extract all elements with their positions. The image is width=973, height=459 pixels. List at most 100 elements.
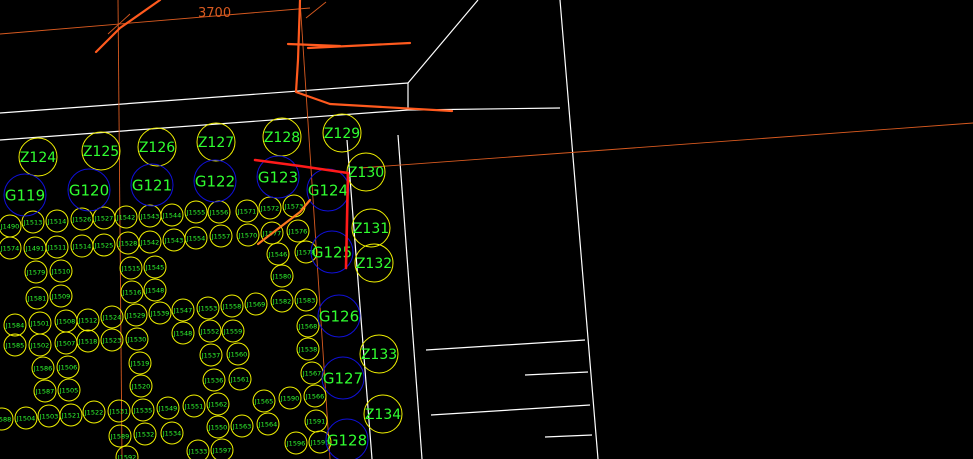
j-pile[interactable]: J1536: [202, 368, 226, 392]
z-pile[interactable]: Z133: [359, 334, 399, 374]
z-pile[interactable]: Z129: [322, 113, 362, 153]
j-pile[interactable]: J1558: [220, 294, 244, 318]
j-pile[interactable]: J1531: [107, 399, 131, 423]
z-pile[interactable]: Z131: [351, 208, 391, 248]
j-pile[interactable]: J1533: [186, 439, 210, 459]
j-pile[interactable]: J1547: [171, 298, 195, 322]
j-pile[interactable]: J1520: [129, 374, 153, 398]
j-pile[interactable]: J1550: [206, 415, 230, 439]
j-pile[interactable]: J1587: [33, 379, 57, 403]
j-pile[interactable]: J1591: [304, 409, 328, 433]
j-pile[interactable]: J1537: [199, 343, 223, 367]
j-pile[interactable]: J1553: [196, 296, 220, 320]
j-pile[interactable]: J1588: [0, 407, 14, 431]
z-pile[interactable]: Z125: [81, 131, 121, 171]
j-pile[interactable]: J1574: [0, 236, 22, 260]
j-pile[interactable]: J1583: [294, 288, 318, 312]
j-pile[interactable]: J1524: [100, 305, 124, 329]
j-pile[interactable]: J1590: [278, 386, 302, 410]
z-pile[interactable]: Z134: [363, 394, 403, 434]
j-pile[interactable]: J1548: [171, 321, 195, 345]
j-pile[interactable]: J1491: [23, 236, 47, 260]
j-pile[interactable]: J1581: [25, 286, 49, 310]
j-pile[interactable]: J1511: [45, 235, 69, 259]
j-pile[interactable]: J1532: [133, 422, 157, 446]
z-pile[interactable]: Z127: [196, 122, 236, 162]
j-pile[interactable]: J1523: [100, 328, 124, 352]
j-pile[interactable]: J1518: [76, 329, 100, 353]
j-pile[interactable]: J1561: [228, 367, 252, 391]
j-pile[interactable]: J1543: [162, 228, 186, 252]
pile-layout-drawing[interactable]: 3700 J1490 J1513 J1514 J1526 J1527 J1542 J1543…: [0, 0, 973, 459]
j-pile[interactable]: J1538: [296, 337, 320, 361]
j-pile[interactable]: J1506: [56, 355, 80, 379]
j-pile[interactable]: J1527: [92, 206, 116, 230]
j-pile[interactable]: J1542: [114, 205, 138, 229]
j-pile[interactable]: J1585: [3, 333, 27, 357]
j-pile[interactable]: J1512: [76, 308, 100, 332]
j-pile[interactable]: J1528: [116, 231, 140, 255]
j-pile[interactable]: J1568: [296, 314, 320, 338]
j-pile[interactable]: J1501: [28, 311, 52, 335]
j-pile[interactable]: J1510: [49, 259, 73, 283]
g-pile[interactable]: G124: [306, 168, 350, 212]
j-pile[interactable]: J1522: [82, 400, 106, 424]
j-pile[interactable]: J1592: [115, 445, 139, 459]
j-pile[interactable]: J1571: [235, 199, 259, 223]
j-pile[interactable]: J1557: [209, 224, 233, 248]
j-pile[interactable]: J1545: [143, 255, 167, 279]
j-pile[interactable]: J1567: [300, 361, 324, 385]
g-pile[interactable]: G122: [193, 159, 237, 203]
j-pile[interactable]: J1570: [236, 223, 260, 247]
j-pile[interactable]: J1580: [270, 264, 294, 288]
j-pile[interactable]: J1515: [119, 256, 143, 280]
z-pile[interactable]: Z130: [346, 152, 386, 192]
j-pile[interactable]: J1490: [0, 214, 22, 238]
j-pile[interactable]: J1507: [54, 331, 78, 355]
j-pile[interactable]: J1586: [31, 356, 55, 380]
j-pile[interactable]: J1560: [226, 342, 250, 366]
j-pile[interactable]: J1539: [148, 301, 172, 325]
j-pile[interactable]: J1596: [284, 431, 308, 455]
j-pile[interactable]: J1544: [160, 203, 184, 227]
j-pile[interactable]: J1559: [221, 319, 245, 343]
g-pile[interactable]: G128: [325, 418, 369, 459]
g-pile[interactable]: G127: [321, 356, 365, 400]
j-pile[interactable]: J1562: [206, 392, 230, 416]
z-pile[interactable]: Z132: [354, 243, 394, 283]
g-pile[interactable]: G126: [317, 294, 361, 338]
j-pile[interactable]: J1555: [184, 200, 208, 224]
g-pile[interactable]: G121: [130, 163, 174, 207]
j-pile[interactable]: J1503: [37, 404, 61, 428]
j-pile[interactable]: J1569: [244, 292, 268, 316]
j-pile[interactable]: J1543: [138, 204, 162, 228]
j-pile[interactable]: J1508: [54, 309, 78, 333]
j-pile[interactable]: J1504: [14, 406, 38, 430]
g-pile[interactable]: G120: [67, 168, 111, 212]
j-pile[interactable]: J1597: [210, 438, 234, 459]
z-pile[interactable]: Z126: [137, 127, 177, 167]
j-pile[interactable]: J1546: [266, 242, 290, 266]
j-pile[interactable]: J1502: [28, 333, 52, 357]
j-pile[interactable]: J1521: [59, 403, 83, 427]
j-pile[interactable]: J1554: [184, 226, 208, 250]
j-pile[interactable]: J1519: [128, 351, 152, 375]
j-pile[interactable]: J1579: [24, 260, 48, 284]
j-pile[interactable]: J1530: [125, 327, 149, 351]
z-pile[interactable]: Z128: [262, 117, 302, 157]
cad-viewport[interactable]: 3700 J1490 J1513 J1514 J1526 J1527 J1542 J1543…: [0, 0, 973, 459]
j-pile[interactable]: J1576: [286, 219, 310, 243]
j-pile[interactable]: J1549: [156, 396, 180, 420]
j-pile[interactable]: J1514: [45, 209, 69, 233]
j-pile[interactable]: J1552: [198, 319, 222, 343]
j-pile[interactable]: J1564: [256, 412, 280, 436]
j-pile[interactable]: J1548: [143, 278, 167, 302]
j-pile[interactable]: J1535: [131, 398, 155, 422]
j-pile[interactable]: J1509: [49, 284, 73, 308]
j-pile[interactable]: J1563: [230, 414, 254, 438]
j-pile[interactable]: J1582: [270, 289, 294, 313]
j-pile[interactable]: J1542: [138, 230, 162, 254]
j-pile[interactable]: J1516: [120, 280, 144, 304]
j-pile[interactable]: J1551: [182, 394, 206, 418]
j-pile[interactable]: J1534: [160, 421, 184, 445]
